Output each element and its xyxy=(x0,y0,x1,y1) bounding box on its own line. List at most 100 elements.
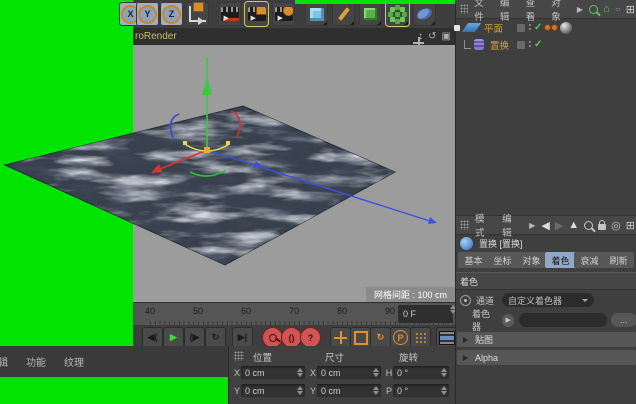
coordinate-system-button[interactable] xyxy=(186,2,209,26)
up-level-icon[interactable]: ▲ xyxy=(568,219,579,231)
position-x-input[interactable]: 0 cm xyxy=(241,366,305,379)
rotation-h-input[interactable]: 0 ° xyxy=(393,366,449,379)
record-parameter-button[interactable]: P xyxy=(390,327,411,348)
channel-dropdown[interactable]: 自定义着色器 xyxy=(502,293,595,307)
search-icon[interactable] xyxy=(589,4,599,14)
render-picture-viewer-button[interactable] xyxy=(245,2,268,26)
render-settings-button[interactable] xyxy=(272,2,295,26)
tab-basic[interactable]: 基本 xyxy=(458,252,489,268)
menu-overflow-icon[interactable]: ▶ xyxy=(577,5,583,14)
z-axis-end-arrowhead xyxy=(428,217,437,224)
object-row-plane[interactable]: 平面 ✓ xyxy=(454,19,636,36)
layer-box[interactable] xyxy=(517,23,525,32)
texture-tag-icon[interactable] xyxy=(560,21,572,34)
transport-bar: ◀( ▶ (▶ ↻ ▶| () ? ↻ P xyxy=(133,325,457,348)
render-view-button[interactable] xyxy=(218,2,241,26)
object-label[interactable]: 平面 xyxy=(484,21,503,35)
record-rotation-button[interactable]: ↻ xyxy=(370,327,391,348)
enable-check-icon[interactable]: ✓ xyxy=(534,39,542,50)
menu-texture[interactable]: 纹理 xyxy=(64,354,84,369)
add-cube-button[interactable] xyxy=(305,2,328,26)
lock-icon[interactable] xyxy=(598,220,607,230)
subdivision-surface-button[interactable] xyxy=(359,2,382,26)
position-y-input[interactable]: 0 cm xyxy=(241,384,305,397)
layer-box[interactable] xyxy=(517,40,525,49)
plane-handle-right[interactable] xyxy=(226,141,230,145)
attribute-tabs: 基本 坐标 对象 着色 衰减 刷新 xyxy=(456,252,636,270)
object-row-displacer[interactable]: 置换 ✓ xyxy=(456,36,636,53)
visibility-dots[interactable] xyxy=(529,41,531,43)
oval-icon[interactable]: ○ xyxy=(615,6,621,12)
chevron-down-icon xyxy=(582,299,589,305)
generator-button[interactable] xyxy=(386,2,409,26)
record-keyframe-button[interactable] xyxy=(262,327,283,348)
plane-handle-left[interactable] xyxy=(183,141,187,145)
loop-mode-button[interactable]: ↻ xyxy=(205,327,226,348)
record-position-button[interactable] xyxy=(330,327,351,348)
panel-grip-icon[interactable] xyxy=(460,4,469,14)
lock-z-axis-button[interactable]: Z xyxy=(160,2,183,26)
deformer-button[interactable] xyxy=(413,2,436,26)
size-y-input[interactable]: 0 cm xyxy=(317,384,381,397)
goto-next-key-button[interactable]: (▶ xyxy=(184,327,205,348)
lock-y-axis-button[interactable]: Y xyxy=(136,2,159,26)
current-frame-input[interactable]: 0 F xyxy=(398,305,453,323)
goto-end-button[interactable]: ▶| xyxy=(232,327,253,348)
point-level-animation-button[interactable] xyxy=(410,327,431,348)
record-scale-button[interactable] xyxy=(350,327,371,348)
add-icon[interactable]: ⊞ xyxy=(626,219,635,232)
render-settings-icon xyxy=(274,7,293,21)
search-icon[interactable] xyxy=(584,220,594,230)
menu-edit[interactable]: 编辑 xyxy=(0,354,8,369)
cube-primitive-icon xyxy=(309,7,324,21)
panel-grip-icon[interactable] xyxy=(234,351,244,361)
shader-browse-button[interactable]: ... xyxy=(610,313,636,327)
enable-check-icon[interactable]: ✓ xyxy=(534,22,542,33)
size-x-input[interactable]: 0 cm xyxy=(317,366,381,379)
section-alpha[interactable]: Alpha xyxy=(457,350,636,365)
plane-object[interactable] xyxy=(0,95,410,275)
shading-section-header[interactable]: 着色 xyxy=(456,272,636,290)
axis-label: Y xyxy=(233,385,240,396)
play-button[interactable]: ▶ xyxy=(163,327,184,348)
goto-previous-key-button[interactable]: ◀( xyxy=(142,327,163,348)
menu-function[interactable]: 功能 xyxy=(26,354,46,369)
viewport-scene[interactable] xyxy=(0,45,455,303)
history-forward-icon[interactable]: ▶ xyxy=(555,219,563,232)
editor-visibility-dot[interactable] xyxy=(544,24,551,31)
tab-coordinates[interactable]: 坐标 xyxy=(487,252,518,268)
hierarchy-branch xyxy=(464,40,471,49)
section-map[interactable]: 贴图 xyxy=(457,332,636,347)
rotation-p-input[interactable]: 0 ° xyxy=(393,384,449,397)
visibility-dots[interactable] xyxy=(529,24,531,26)
object-label[interactable]: 置换 xyxy=(490,38,509,52)
y-axis-arrowhead[interactable] xyxy=(202,78,212,95)
panel-grip-icon[interactable] xyxy=(460,220,469,230)
expand-toggle[interactable] xyxy=(454,24,460,31)
add-icon[interactable]: ⊞ xyxy=(626,3,635,16)
timeline-ruler[interactable]: 40 50 60 70 80 90 0 F xyxy=(133,302,456,327)
keyframe-selection-button[interactable]: ? xyxy=(300,327,321,348)
home-icon[interactable]: ⌂ xyxy=(603,3,610,15)
axis-label: X xyxy=(233,367,240,378)
toggle-view-icon[interactable]: ▣ xyxy=(442,31,451,42)
tab-object[interactable]: 对象 xyxy=(516,252,547,268)
shader-arrow-button[interactable]: ▶ xyxy=(501,312,516,328)
history-back-icon[interactable]: ◀ xyxy=(541,219,549,232)
tab-falloff[interactable]: 衰减 xyxy=(574,252,605,268)
timeline-window-button[interactable] xyxy=(436,327,457,348)
channel-radio[interactable] xyxy=(460,294,471,306)
render-visibility-dot[interactable] xyxy=(551,24,558,31)
tab-refresh[interactable]: 刷新 xyxy=(603,252,634,268)
axis-label: H xyxy=(385,367,393,378)
autokey-button[interactable]: () xyxy=(281,327,302,348)
coordinate-panel: 位置 尺寸 旋转 X 0 cm X 0 cm H 0 ° Y 0 cm Y 0 … xyxy=(228,346,456,404)
tab-shading[interactable]: 着色 xyxy=(545,252,576,268)
gizmo-center-handle[interactable] xyxy=(204,147,210,153)
rotate-view-icon[interactable]: ↺ xyxy=(428,31,436,42)
target-icon[interactable]: ◎ xyxy=(611,219,621,232)
key-icon xyxy=(268,333,277,342)
menu-overflow-icon[interactable]: ▶ xyxy=(529,221,535,230)
spline-pen-button[interactable] xyxy=(332,2,355,26)
shader-field[interactable] xyxy=(519,313,607,327)
